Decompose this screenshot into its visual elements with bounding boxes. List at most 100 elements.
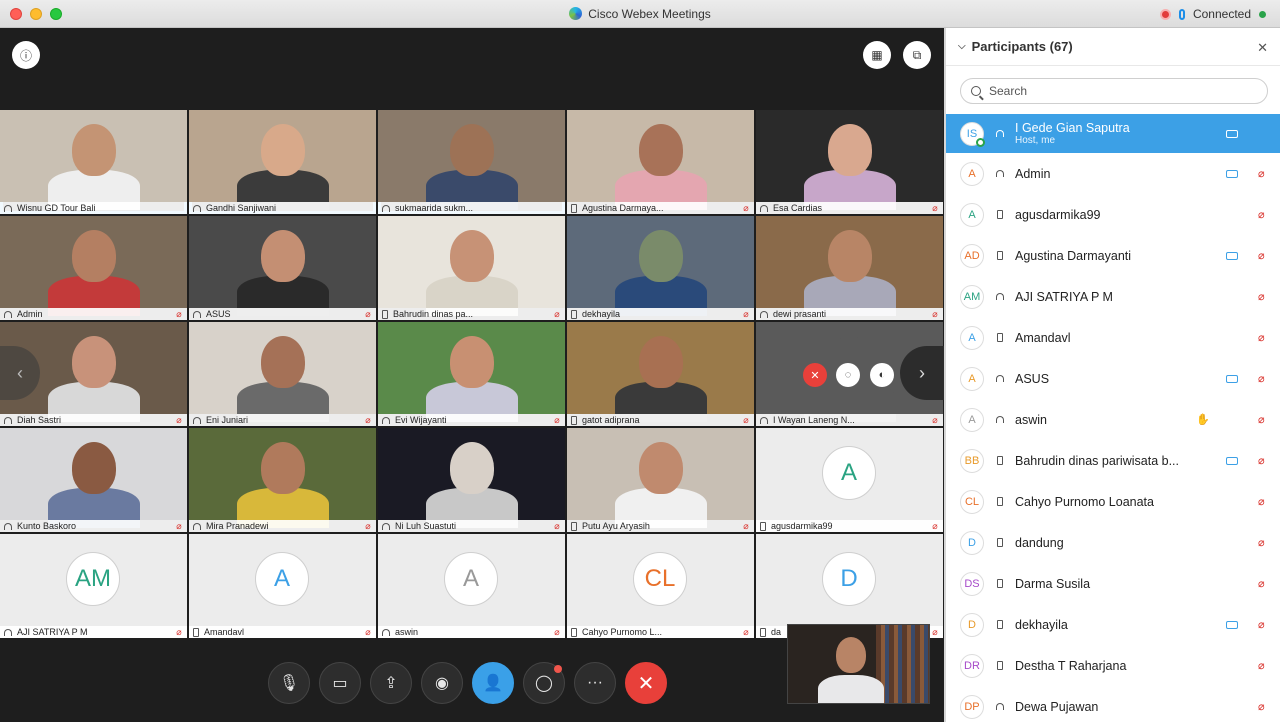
video-tile[interactable]: Aagusdarmika99 ⌀ [756, 428, 943, 532]
participant-row[interactable]: Ddandung ⌀ [946, 522, 1280, 563]
participant-row[interactable]: AD Agustina Darmayanti ⌀ [946, 235, 1280, 276]
microphone-off-icon: ⌀ [932, 203, 938, 213]
video-feed [0, 428, 187, 528]
video-icon [1226, 251, 1238, 260]
tile-name: dewi prasanti [773, 309, 827, 319]
panel-title: Participants (67) [971, 39, 1073, 54]
video-tile[interactable]: Agustina Darmaya... ⌀ [567, 110, 754, 214]
participant-row[interactable]: BB Bahrudin dinas pariwisata b... ⌀ [946, 440, 1280, 481]
participant-device [994, 497, 1006, 506]
microphone-off-icon: ⌀ [932, 309, 938, 319]
video-tile[interactable]: CL Cahyo Purnomo L... ⌀ [567, 534, 754, 638]
video-tile[interactable]: AM AJI SATRIYA P M ⌀ [0, 534, 187, 638]
tile-name: AJI SATRIYA P M [17, 627, 88, 637]
stop-video-button[interactable]: ▭ [319, 662, 361, 704]
participant-device [994, 703, 1006, 710]
headset-icon [4, 522, 12, 530]
headset-icon [760, 310, 768, 318]
participant-head [72, 336, 116, 388]
participant-name: Bahrudin dinas pariwisata b... [1015, 453, 1179, 468]
tile-name-bar: Eni Juniari ⌀ [189, 414, 376, 426]
participant-row[interactable]: Aaswin ✋ ⌀ [946, 399, 1280, 440]
tile-chat-button[interactable]: ◌ [836, 363, 860, 387]
video-tile[interactable]: dekhayila ⌀ [567, 216, 754, 320]
microphone-off-icon: ⌀ [1258, 455, 1265, 467]
participant-row[interactable]: AM AJI SATRIYA P M ⌀ [946, 276, 1280, 317]
participant-head [72, 124, 116, 176]
info-icon[interactable]: ⓘ [12, 41, 40, 69]
video-tile[interactable]: A Amandavl ⌀ [189, 534, 376, 638]
tile-name-bar: Cahyo Purnomo L... ⌀ [567, 626, 754, 638]
microphone-off-icon: ⌀ [932, 521, 938, 531]
participant-avatar: A [960, 325, 984, 350]
video-feed [756, 216, 943, 316]
tile-name: Mira Pranadewi [206, 521, 269, 531]
video-tile[interactable]: Gandhi Sanjiwani [189, 110, 376, 214]
share-button[interactable]: ⇪ [370, 662, 412, 704]
search-input[interactable]: Search [960, 78, 1268, 104]
participant-avatar: A [960, 407, 984, 432]
participant-head [261, 336, 305, 388]
record-button[interactable]: ◉ [421, 662, 463, 704]
participant-row[interactable]: A ASUS ⌀ [946, 358, 1280, 399]
video-tile[interactable]: ASUS ⌀ [189, 216, 376, 320]
video-tile[interactable]: Eni Juniari ⌀ [189, 322, 376, 426]
participant-row[interactable]: DS Darma Susila ⌀ [946, 563, 1280, 604]
tile-mute-button[interactable]: ✕ [803, 363, 827, 387]
participant-name: Dewa Pujawan [1015, 699, 1099, 714]
video-feed [378, 110, 565, 210]
grid-layout-icon[interactable]: ▦ [863, 41, 891, 69]
video-tile[interactable]: Mira Pranadewi ⌀ [189, 428, 376, 532]
end-meeting-button[interactable]: ✕ [625, 662, 667, 704]
close-icon[interactable]: ✕ [1257, 40, 1268, 56]
microphone-off-icon: ⌀ [554, 309, 560, 319]
chat-button[interactable]: ◯ [523, 662, 565, 704]
participants-panel: ⌵ Participants (67) ✕ Search IS I Gede Gi… [944, 28, 1280, 722]
participant-row[interactable]: Aagusdarmika99 ⌀ [946, 194, 1280, 235]
chevron-down-icon[interactable]: ⌵ [958, 41, 966, 52]
participant-row[interactable]: IS I Gede Gian Saputra Host, me [946, 114, 1280, 153]
participant-name: Admin [1015, 166, 1051, 181]
participant-row[interactable]: A Amandavl ⌀ [946, 317, 1280, 358]
video-tile[interactable]: Evi Wijayanti ⌀ [378, 322, 565, 426]
video-tile[interactable]: Wisnu GD Tour Bali [0, 110, 187, 214]
video-tile[interactable]: dewi prasanti ⌀ [756, 216, 943, 320]
video-tile[interactable]: Admin ⌀ [0, 216, 187, 320]
self-view-video[interactable] [787, 624, 930, 704]
participant-row[interactable]: Ddekhayila ⌀ [946, 604, 1280, 645]
more-options-button[interactable]: ··· [574, 662, 616, 704]
participant-row[interactable]: DP Dewa Pujawan ⌀ [946, 686, 1280, 722]
participant-row[interactable]: CL Cahyo Purnomo Loanata ⌀ [946, 481, 1280, 522]
tile-name: Bahrudin dinas pa... [393, 309, 474, 319]
video-icon [1226, 129, 1238, 138]
participant-head [261, 230, 305, 282]
video-tile[interactable]: Kunto Baskoro ⌀ [0, 428, 187, 532]
mute-button[interactable]: 🎙 [268, 662, 310, 704]
participant-device [994, 620, 1006, 629]
participant-name: Amandavl [1015, 330, 1071, 345]
video-tile[interactable]: Bahrudin dinas pa... ⌀ [378, 216, 565, 320]
tile-name: Agustina Darmaya... [582, 203, 664, 213]
participants-button[interactable]: 👤 [472, 662, 514, 704]
popout-icon[interactable]: ⧉ [903, 41, 931, 69]
video-tile[interactable]: Ni Luh Suastuti ⌀ [378, 428, 565, 532]
microphone-off-icon: ⌀ [365, 415, 371, 425]
video-tile[interactable]: Esa Cardias ⌀ [756, 110, 943, 214]
tile-more-button[interactable]: ◐ [870, 363, 894, 387]
tile-name-bar: Putu Ayu Aryasih ⌀ [567, 520, 754, 532]
participant-row[interactable]: A Admin ⌀ [946, 153, 1280, 194]
video-icon [1226, 456, 1238, 465]
headset-icon [996, 416, 1004, 423]
tile-name: dekhayila [582, 309, 621, 319]
tile-name-bar: agusdarmika99 ⌀ [756, 520, 943, 532]
video-tile[interactable]: gatot adiprana ⌀ [567, 322, 754, 426]
tile-name-bar: AJI SATRIYA P M ⌀ [0, 626, 187, 638]
video-tile[interactable]: Aaswin ⌀ [378, 534, 565, 638]
video-tile[interactable]: Putu Ayu Aryasih ⌀ [567, 428, 754, 532]
participant-row[interactable]: DR Destha T Raharjana ⌀ [946, 645, 1280, 686]
video-tile[interactable]: sukmaarida sukm... [378, 110, 565, 214]
video-tile[interactable]: Dda ⌀ [756, 534, 943, 638]
microphone-off-icon: ⌀ [1258, 701, 1265, 713]
tile-name: Putu Ayu Aryasih [582, 521, 650, 531]
participant-device [994, 579, 1006, 588]
